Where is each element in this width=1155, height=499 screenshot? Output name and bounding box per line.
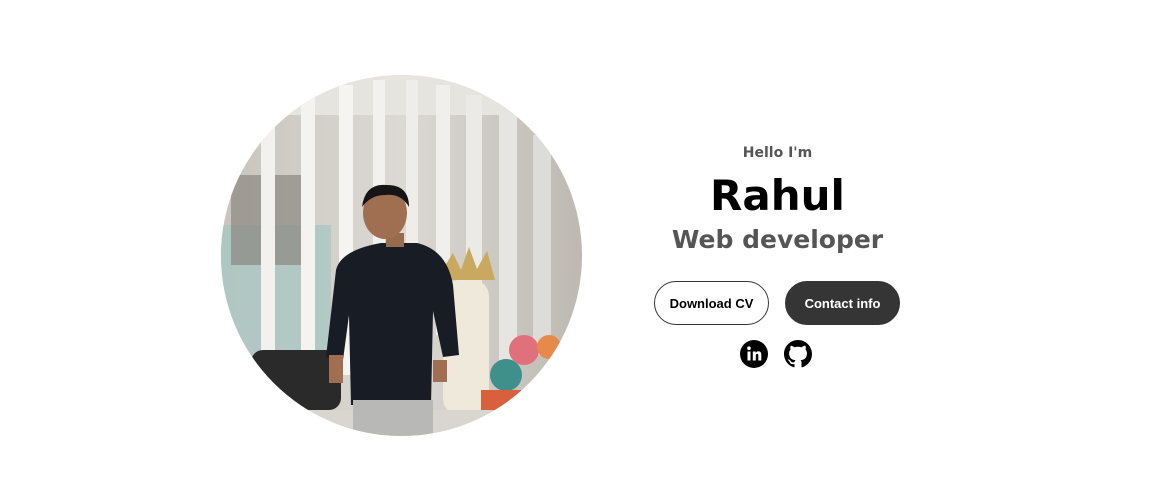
hero-section: Hello I'm Rahul Web developer [640,140,915,256]
linkedin-icon[interactable] [740,340,768,368]
profile-picture [221,75,582,436]
greeting-text: Hello I'm [742,145,813,161]
github-icon[interactable] [784,340,812,368]
download-cv-button[interactable]: Download CV [654,281,769,325]
contact-info-button[interactable]: Contact info [785,281,900,325]
role-subtitle: Web developer [671,225,884,254]
hero-buttons: Download CV Contact info [654,281,900,325]
name-title: Rahul [710,171,845,220]
social-links [740,340,812,368]
